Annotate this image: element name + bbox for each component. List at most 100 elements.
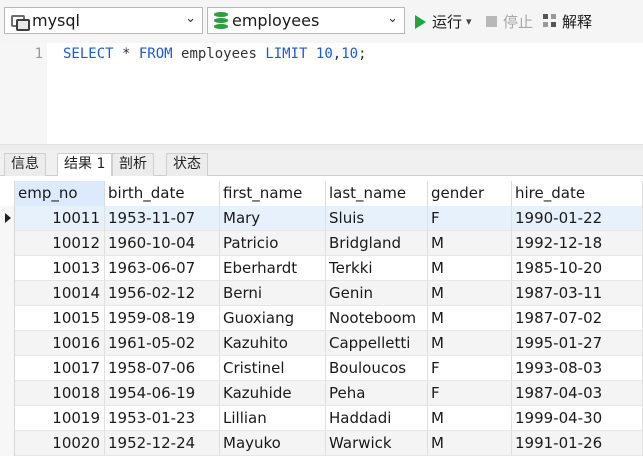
row-selector[interactable] bbox=[0, 306, 15, 331]
table-cell[interactable]: 1952-12-24 bbox=[105, 431, 220, 456]
table-cell[interactable]: 10015 bbox=[15, 306, 105, 331]
table-cell[interactable]: 10016 bbox=[15, 331, 105, 356]
column-header-gender[interactable]: gender bbox=[428, 181, 512, 206]
row-selector[interactable] bbox=[0, 281, 15, 306]
table-cell[interactable]: Bouloucos bbox=[326, 356, 428, 381]
row-selector[interactable] bbox=[0, 431, 15, 456]
table-cell[interactable]: 1999-04-30 bbox=[512, 406, 643, 431]
row-selector[interactable] bbox=[0, 381, 15, 406]
run-button[interactable]: 运行 ▾ bbox=[415, 11, 472, 32]
table-cell[interactable]: Genin bbox=[326, 281, 428, 306]
table-cell[interactable]: Nooteboom bbox=[326, 306, 428, 331]
table-cell[interactable]: Warwick bbox=[326, 431, 428, 456]
table-row[interactable]: 10013 1963-06-07 Eberhardt Terkki M 1985-10-2… bbox=[0, 256, 643, 281]
column-header-emp-no[interactable]: emp_no bbox=[15, 181, 105, 206]
table-cell[interactable]: 1993-08-03 bbox=[512, 356, 643, 381]
table-cell[interactable]: M bbox=[428, 331, 512, 356]
table-cell[interactable]: 1956-02-12 bbox=[105, 281, 220, 306]
table-cell[interactable]: 10017 bbox=[15, 356, 105, 381]
table-cell[interactable]: 1961-05-02 bbox=[105, 331, 220, 356]
table-cell[interactable]: Terkki bbox=[326, 256, 428, 281]
column-header-hire-date[interactable]: hire_date bbox=[512, 181, 643, 206]
table-cell[interactable]: 10014 bbox=[15, 281, 105, 306]
database-select[interactable]: employees ⌄ bbox=[207, 7, 405, 34]
column-header-first-name[interactable]: first_name bbox=[220, 181, 326, 206]
table-row[interactable]: 10011 1953-11-07 Mary Sluis F 1990-01-22 bbox=[0, 206, 643, 231]
table-cell[interactable]: Eberhardt bbox=[220, 256, 326, 281]
table-cell[interactable]: Mayuko bbox=[220, 431, 326, 456]
row-selector[interactable] bbox=[0, 206, 15, 231]
table-row[interactable]: 10020 1952-12-24 Mayuko Warwick M 1991-01-26 bbox=[0, 431, 643, 456]
table-row[interactable]: 10014 1956-02-12 Berni Genin M 1987-03-11 bbox=[0, 281, 643, 306]
tab-info[interactable]: 信息 bbox=[4, 153, 46, 176]
table-cell[interactable]: 1958-07-06 bbox=[105, 356, 220, 381]
table-cell[interactable]: 10019 bbox=[15, 406, 105, 431]
table-row[interactable]: 10016 1961-05-02 Kazuhito Cappelletti M 1995-… bbox=[0, 331, 643, 356]
table-cell[interactable]: 1954-06-19 bbox=[105, 381, 220, 406]
table-cell[interactable]: 1959-08-19 bbox=[105, 306, 220, 331]
table-row[interactable]: 10019 1953-01-23 Lillian Haddadi M 1999-04-30 bbox=[0, 406, 643, 431]
table-cell[interactable]: F bbox=[428, 206, 512, 231]
table-cell[interactable]: 10012 bbox=[15, 231, 105, 256]
table-row[interactable]: 10018 1954-06-19 Kazuhide Peha F 1987-04-03 bbox=[0, 381, 643, 406]
table-cell[interactable]: 1987-07-02 bbox=[512, 306, 643, 331]
table-cell[interactable]: 1953-11-07 bbox=[105, 206, 220, 231]
table-cell[interactable]: Guoxiang bbox=[220, 306, 326, 331]
connection-select[interactable]: mysql ⌄ bbox=[4, 7, 203, 34]
row-selector[interactable] bbox=[0, 406, 15, 431]
table-cell[interactable]: Lillian bbox=[220, 406, 326, 431]
table-cell[interactable]: Peha bbox=[326, 381, 428, 406]
table-cell[interactable]: 1985-10-20 bbox=[512, 256, 643, 281]
table-cell[interactable]: M bbox=[428, 256, 512, 281]
table-cell[interactable]: 10020 bbox=[15, 431, 105, 456]
row-selector[interactable] bbox=[0, 331, 15, 356]
table-cell[interactable]: M bbox=[428, 406, 512, 431]
table-row[interactable]: 10017 1958-07-06 Cristinel Bouloucos F 1993-0… bbox=[0, 356, 643, 381]
table-cell[interactable]: Haddadi bbox=[326, 406, 428, 431]
table-cell[interactable]: F bbox=[428, 381, 512, 406]
table-cell[interactable]: 1987-03-11 bbox=[512, 281, 643, 306]
table-cell[interactable]: M bbox=[428, 306, 512, 331]
table-cell[interactable]: 1992-12-18 bbox=[512, 231, 643, 256]
table-cell[interactable]: Berni bbox=[220, 281, 326, 306]
tab-result-1[interactable]: 结果 1 bbox=[57, 153, 113, 177]
table-cell[interactable]: 1995-01-27 bbox=[512, 331, 643, 356]
table-cell[interactable]: 1960-10-04 bbox=[105, 231, 220, 256]
table-cell[interactable]: Bridgland bbox=[326, 231, 428, 256]
explain-button[interactable]: 解释 bbox=[543, 11, 592, 32]
table-cell[interactable]: Cristinel bbox=[220, 356, 326, 381]
sql-text[interactable]: SELECT * FROM employees LIMIT 10,10; bbox=[63, 46, 367, 62]
table-cell[interactable]: Cappelletti bbox=[326, 331, 428, 356]
tab-profile[interactable]: 剖析 bbox=[112, 153, 154, 176]
table-row[interactable]: 10012 1960-10-04 Patricio Bridgland M 1992-12… bbox=[0, 231, 643, 256]
table-cell[interactable]: M bbox=[428, 431, 512, 456]
tab-status[interactable]: 状态 bbox=[166, 153, 208, 176]
chevron-down-icon[interactable]: ⌄ bbox=[387, 11, 398, 26]
column-header-birth-date[interactable]: birth_date bbox=[105, 181, 220, 206]
stop-button[interactable]: 停止 bbox=[486, 11, 533, 32]
table-cell[interactable]: Kazuhide bbox=[220, 381, 326, 406]
table-cell[interactable]: 10011 bbox=[15, 206, 105, 231]
table-cell[interactable]: M bbox=[428, 281, 512, 306]
table-row[interactable]: 10015 1959-08-19 Guoxiang Nooteboom M 1987-07… bbox=[0, 306, 643, 331]
chevron-down-icon[interactable]: ⌄ bbox=[185, 11, 196, 26]
row-selector[interactable] bbox=[0, 356, 15, 381]
table-cell[interactable]: 1991-01-26 bbox=[512, 431, 643, 456]
row-selector[interactable] bbox=[0, 256, 15, 281]
table-cell[interactable]: 1987-04-03 bbox=[512, 381, 643, 406]
table-cell[interactable]: 1990-01-22 bbox=[512, 206, 643, 231]
table-cell[interactable]: Patricio bbox=[220, 231, 326, 256]
table-cell[interactable]: Sluis bbox=[326, 206, 428, 231]
table-cell[interactable]: M bbox=[428, 231, 512, 256]
table-cell[interactable]: F bbox=[428, 356, 512, 381]
run-dropdown-icon[interactable]: ▾ bbox=[466, 15, 472, 28]
table-cell[interactable]: Mary bbox=[220, 206, 326, 231]
row-selector[interactable] bbox=[0, 231, 15, 256]
table-cell[interactable]: Kazuhito bbox=[220, 331, 326, 356]
column-header-last-name[interactable]: last_name bbox=[326, 181, 428, 206]
table-cell[interactable]: 1963-06-07 bbox=[105, 256, 220, 281]
table-cell[interactable]: 10018 bbox=[15, 381, 105, 406]
table-cell[interactable]: 10013 bbox=[15, 256, 105, 281]
table-cell[interactable]: 1953-01-23 bbox=[105, 406, 220, 431]
sql-editor[interactable]: 1 SELECT * FROM employees LIMIT 10,10; bbox=[0, 43, 643, 144]
